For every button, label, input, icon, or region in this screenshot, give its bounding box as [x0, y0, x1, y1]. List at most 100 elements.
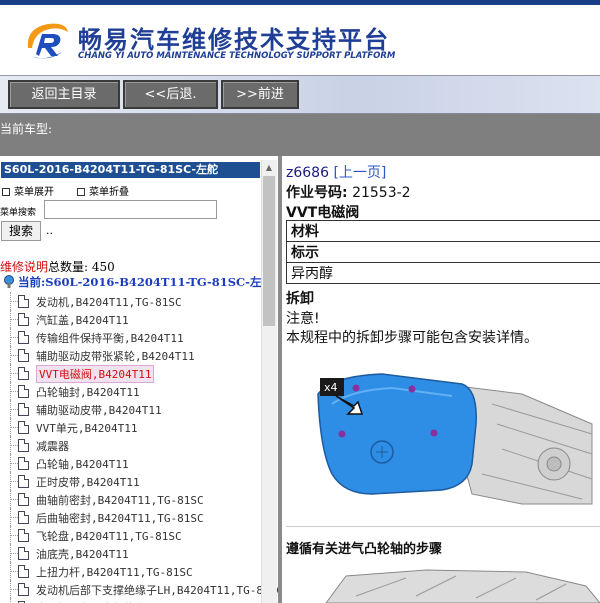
tree-branch: [10, 535, 18, 536]
tree-branch: [10, 337, 18, 338]
camshaft-illustration: [325, 569, 600, 603]
tree-item[interactable]: 发动机后部下支撑绝缘子RH,B4204T11,TG-81SC: [0, 598, 278, 603]
search-button[interactable]: 搜索: [1, 221, 41, 241]
content-pane: z6686 [上一页] 作业号码: 21553-2 VVT电磁阀 材料 标示 异…: [282, 156, 600, 603]
tree-scroll-thumb[interactable]: [263, 176, 275, 326]
tree-root-label: 当前:S60L-2016-B4204T11-TG-81SC-左舵: [18, 275, 273, 289]
count-label-red: 维修说明: [0, 260, 49, 274]
tree-item[interactable]: VVT电磁阀,B4204T11: [0, 364, 260, 383]
tree-branch: [10, 355, 18, 356]
search-input[interactable]: [44, 200, 217, 219]
document-icon: [18, 367, 29, 380]
scroll-up-icon[interactable]: ▲: [263, 163, 275, 173]
tree-item-label: 曲轴前密封,B4204T11,TG-81SC: [36, 494, 204, 507]
section-divider: [286, 526, 600, 527]
document-icon: [18, 421, 29, 434]
tree-item[interactable]: 曲轴前密封,B4204T11,TG-81SC: [0, 490, 260, 508]
current-vehicle-label: 当前车型:: [0, 122, 53, 136]
job-number: 作业号码: 21553-2: [286, 182, 411, 202]
tree-item[interactable]: 正时皮带,B4204T11: [0, 472, 260, 490]
document-icon: [18, 565, 29, 578]
document-icon: [18, 385, 29, 398]
tree-item[interactable]: 凸轮轴封,B4204T11: [0, 382, 260, 400]
home-button[interactable]: 返回主目录: [8, 80, 120, 109]
tree-item[interactable]: 辅助驱动皮带,B4204T11: [0, 400, 260, 418]
tree-branch: [10, 427, 18, 428]
document-icon: [18, 457, 29, 470]
document-icon: [18, 349, 29, 362]
forward-button[interactable]: >>前进: [221, 80, 299, 109]
document-icon: [18, 313, 29, 326]
material-header: 材料: [286, 220, 600, 242]
tree-branch: [10, 553, 18, 554]
engine-cover-illustration: x4: [317, 373, 593, 505]
tree-item[interactable]: 油底壳,B4204T11: [0, 544, 260, 562]
tree-item-label: 正时皮带,B4204T11: [36, 476, 140, 489]
tree-item[interactable]: 后曲轴密封,B4204T11,TG-81SC: [0, 508, 260, 526]
item-count: 维修说明总数量: 450: [0, 258, 115, 275]
tree-branch: [10, 571, 18, 572]
document-icon: [18, 547, 29, 560]
tree-item[interactable]: 凸轮轴,B4204T11: [0, 454, 260, 472]
tree-root[interactable]: 当前:S60L-2016-B4204T11-TG-81SC-左舵: [3, 274, 273, 290]
tree-branch: [10, 463, 18, 464]
prev-page-link[interactable]: [上一页]: [333, 165, 386, 181]
count-value: 450: [91, 260, 115, 274]
tree-item-label: 上扭力杆,B4204T11,TG-81SC: [36, 566, 193, 579]
job-number-label: 作业号码:: [286, 185, 348, 201]
count-label: 总数量:: [48, 260, 89, 274]
document-icon: [18, 295, 29, 308]
document-icon: [18, 529, 29, 542]
tree-item-label: 凸轮轴封,B4204T11: [36, 386, 140, 399]
tree-heading: S60L-2016-B4204T11-TG-81SC-左舵: [1, 162, 260, 178]
collapse-all-label: 菜单折叠: [89, 187, 129, 198]
tree-branch: [10, 373, 18, 374]
vehicle-bar: 当前车型:: [0, 114, 600, 156]
tree-branch: [10, 391, 18, 392]
header-stripe: [0, 0, 600, 5]
tree-item[interactable]: 发动机,B4204T11,TG-81SC: [0, 292, 260, 310]
tree-item[interactable]: VVT单元,B4204T11: [0, 418, 260, 436]
site-title: 畅易汽车维修技术支持平台: [78, 26, 390, 54]
document-icon: [18, 493, 29, 506]
tree-item-label: 飞轮盘,B4204T11,TG-81SC: [36, 530, 182, 543]
tree-branch: [10, 517, 18, 518]
tree-item[interactable]: 发动机后部下支撑绝缘子LH,B4204T11,TG-81SC: [0, 580, 278, 598]
materials-table: 材料 标示 异丙醇: [286, 220, 600, 284]
document-icon: [18, 403, 29, 416]
back-button[interactable]: <<后退.: [123, 80, 218, 109]
tree-branch: [10, 589, 18, 590]
tree-list: 发动机,B4204T11,TG-81SC 汽缸盖,B4204T11 传输组件保持平衡…: [0, 292, 278, 603]
tree-item-label: 后曲轴密封,B4204T11,TG-81SC: [36, 512, 204, 525]
nav-bar: 返回主目录 <<后退. >>前进: [0, 75, 600, 114]
site-subtitle: CHANG YI AUTO MAINTENANCE TECHNOLOGY SUP…: [78, 51, 396, 61]
expand-all-option[interactable]: 菜单展开: [2, 183, 54, 198]
tree-item[interactable]: 减震器: [0, 436, 260, 454]
tree-item-label: 汽缸盖,B4204T11: [36, 314, 129, 327]
tree-item-label: VVT电磁阀,B4204T11: [36, 365, 155, 383]
follow-steps-title: 遵循有关进气凸轮轴的步骤: [286, 542, 443, 557]
tree-item-label: 凸轮轴,B4204T11: [36, 458, 129, 471]
tree-item-label: 辅助驱动皮带,B4204T11: [36, 404, 162, 417]
tree-item[interactable]: 飞轮盘,B4204T11,TG-81SC: [0, 526, 260, 544]
collapse-checkbox-icon: [77, 188, 85, 196]
tree-item[interactable]: 传输组件保持平衡,B4204T11: [0, 328, 260, 346]
search-hint: ..: [46, 224, 53, 237]
job-number-value: 21553-2: [352, 185, 411, 201]
tree-branch: [10, 499, 18, 500]
note-text: 本规程中的拆卸步骤可能包含安装详情。: [286, 330, 538, 346]
tree-item-label: 发动机后部下支撑绝缘子LH,B4204T11,TG-81SC: [36, 584, 278, 597]
tree-branch: [10, 481, 18, 482]
tree-item[interactable]: 汽缸盖,B4204T11: [0, 310, 260, 328]
tree-connector: [10, 598, 11, 603]
document-icon: [18, 475, 29, 488]
pin-icon: [4, 275, 14, 288]
collapse-all-option[interactable]: 菜单折叠: [77, 183, 129, 198]
tree-item-label: 辅助驱动皮带张紧轮,B4204T11: [36, 350, 195, 363]
document-icon: [18, 583, 29, 596]
expand-all-label: 菜单展开: [14, 187, 54, 198]
tree-item[interactable]: 辅助驱动皮带张紧轮,B4204T11: [0, 346, 260, 364]
tree-item-label: VVT单元,B4204T11: [36, 422, 138, 435]
callout-label: x4: [324, 381, 338, 394]
tree-item[interactable]: 上扭力杆,B4204T11,TG-81SC: [0, 562, 260, 580]
